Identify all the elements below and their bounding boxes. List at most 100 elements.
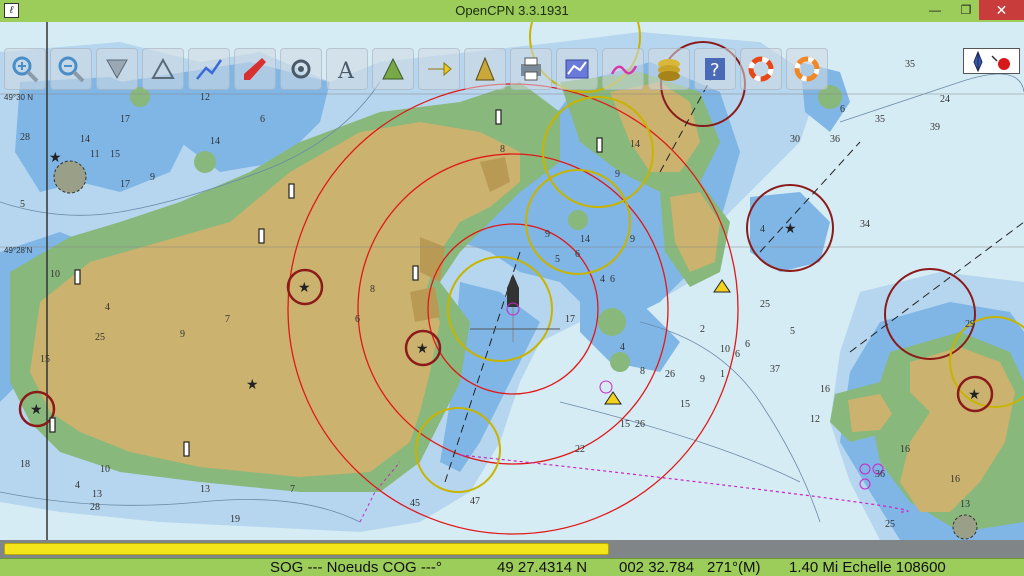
depth-sounding: 9 — [150, 172, 155, 183]
depth-sounding: 15 — [620, 419, 630, 430]
scale-out-button[interactable] — [142, 48, 184, 90]
depth-sounding: 6 — [610, 274, 615, 285]
nautical-chart[interactable]: ★★★ ★★★★ 1415129141117285104256971517868… — [0, 22, 1024, 540]
depth-sounding: 8 — [370, 284, 375, 295]
depth-sounding: 5 — [555, 254, 560, 265]
opencpn-window: ℓ OpenCPN 3.3.1931 — ❐ ✕ ★ ★ ★ ★ ★ ★ ★ 1… — [0, 0, 1024, 576]
tide-button[interactable] — [464, 48, 506, 90]
depth-sounding: 22 — [575, 444, 585, 455]
depth-sounding: 5 — [790, 326, 795, 337]
scale-out-icon — [151, 57, 175, 79]
depth-sounding: 13 — [200, 484, 210, 495]
minimize-button[interactable]: — — [921, 0, 949, 20]
title-bar[interactable]: ℓ OpenCPN 3.3.1931 — ❐ ✕ — [0, 0, 1024, 22]
depth-sounding: 17 — [120, 179, 130, 190]
depth-sounding: 4 — [760, 224, 765, 235]
status-sog-cog: SOG --- Noeuds COG ---° — [270, 559, 442, 576]
svg-text:★: ★ — [416, 341, 429, 357]
layers-button[interactable] — [648, 48, 690, 90]
print-icon — [521, 57, 541, 81]
depth-sounding: 26 — [635, 419, 645, 430]
depth-sounding: 6 — [260, 114, 265, 125]
close-button[interactable]: ✕ — [979, 0, 1024, 20]
islet — [598, 308, 626, 336]
depth-sounding: 12 — [810, 414, 820, 425]
chart-canvas[interactable]: ★ ★ ★ ★ ★ ★ ★ 14 15 12 9 14 11 17 28 5 10 4 25 6 9 7 15 17 8 6 8… — [0, 22, 1024, 540]
depth-sounding: 18 — [20, 459, 30, 470]
depth-sounding: 9 — [630, 234, 635, 245]
depth-sounding: 8 — [640, 366, 645, 377]
depth-sounding: 8 — [500, 144, 505, 155]
svg-text:A: A — [337, 59, 355, 84]
depth-sounding: 7 — [290, 484, 295, 495]
depth-sounding: 29 — [965, 319, 975, 330]
svg-text:★: ★ — [30, 402, 43, 418]
current-icon — [428, 61, 452, 77]
depth-sounding: 36 — [830, 134, 840, 145]
depth-sounding: 10 — [100, 464, 110, 475]
lifebuoy-button[interactable] — [786, 48, 828, 90]
depth-sounding: 16 — [950, 474, 960, 485]
route-manager-button[interactable] — [372, 48, 414, 90]
mob-button[interactable] — [740, 48, 782, 90]
islet — [952, 514, 978, 540]
scale-in-icon — [106, 59, 128, 80]
depth-sounding: 14 — [630, 139, 640, 150]
auto-follow-button[interactable] — [234, 48, 276, 90]
mob-icon — [748, 56, 774, 82]
depth-sounding: 14 — [80, 134, 90, 145]
help-icon: ? — [705, 58, 725, 81]
route-icon — [196, 59, 223, 80]
zoom-in-button[interactable] — [4, 48, 46, 90]
depth-sounding: 17 — [565, 314, 575, 325]
latitude-label: 49°30 N — [4, 93, 33, 102]
depth-sounding: 1 — [720, 369, 725, 380]
svg-text:?: ? — [710, 60, 720, 81]
svg-text:★: ★ — [968, 387, 981, 403]
track-button[interactable] — [602, 48, 644, 90]
scale-in-button[interactable] — [96, 48, 138, 90]
route-button[interactable] — [188, 48, 230, 90]
depth-sounding: 9 — [615, 169, 620, 180]
depth-contour — [839, 73, 1024, 123]
ais-button[interactable] — [556, 48, 598, 90]
zoom-out-icon — [58, 56, 85, 83]
text-button[interactable]: A — [326, 48, 368, 90]
north-arrow-icon — [973, 50, 1010, 73]
depth-sounding: 15 — [40, 354, 50, 365]
depth-sounding: 17 — [120, 114, 130, 125]
latitude-label: 49°28'N — [4, 246, 33, 255]
depth-sounding: 47 — [470, 496, 480, 507]
depth-sounding: 24 — [940, 94, 950, 105]
status-range-scale: 1.40 Mi Echelle 108600 — [789, 559, 946, 576]
current-button[interactable] — [418, 48, 460, 90]
islet — [194, 151, 216, 173]
depth-sounding: 9 — [180, 329, 185, 340]
depth-sounding: 35 — [875, 114, 885, 125]
zoom-in-icon — [12, 56, 39, 83]
depth-sounding: 6 — [355, 314, 360, 325]
depth-sounding: 34 — [860, 219, 870, 230]
depth-sounding: 13 — [92, 489, 102, 500]
main-toolbar: A ? — [4, 48, 828, 92]
depth-sounding: 16 — [820, 384, 830, 395]
depth-sounding: 28 — [90, 502, 100, 513]
depth-sounding: 12 — [200, 92, 210, 103]
compass-widget[interactable] — [963, 48, 1020, 74]
depth-sounding: 14 — [210, 136, 220, 147]
settings-button[interactable] — [280, 48, 322, 90]
chart-bar[interactable] — [0, 540, 1024, 558]
maximize-button[interactable]: ❐ — [952, 0, 980, 20]
depth-sounding: 30 — [790, 134, 800, 145]
depth-sounding: 10 — [50, 269, 60, 280]
depth-sounding: 6 — [745, 339, 750, 350]
depth-sounding: 14 — [580, 234, 590, 245]
print-button[interactable] — [510, 48, 552, 90]
zoom-out-button[interactable] — [50, 48, 92, 90]
ais-icon — [565, 59, 589, 79]
svg-text:★: ★ — [246, 377, 259, 393]
depth-sounding: 36 — [875, 469, 885, 480]
help-button[interactable]: ? — [694, 48, 736, 90]
depth-sounding: 10 — [720, 344, 730, 355]
tide-icon — [475, 56, 495, 81]
